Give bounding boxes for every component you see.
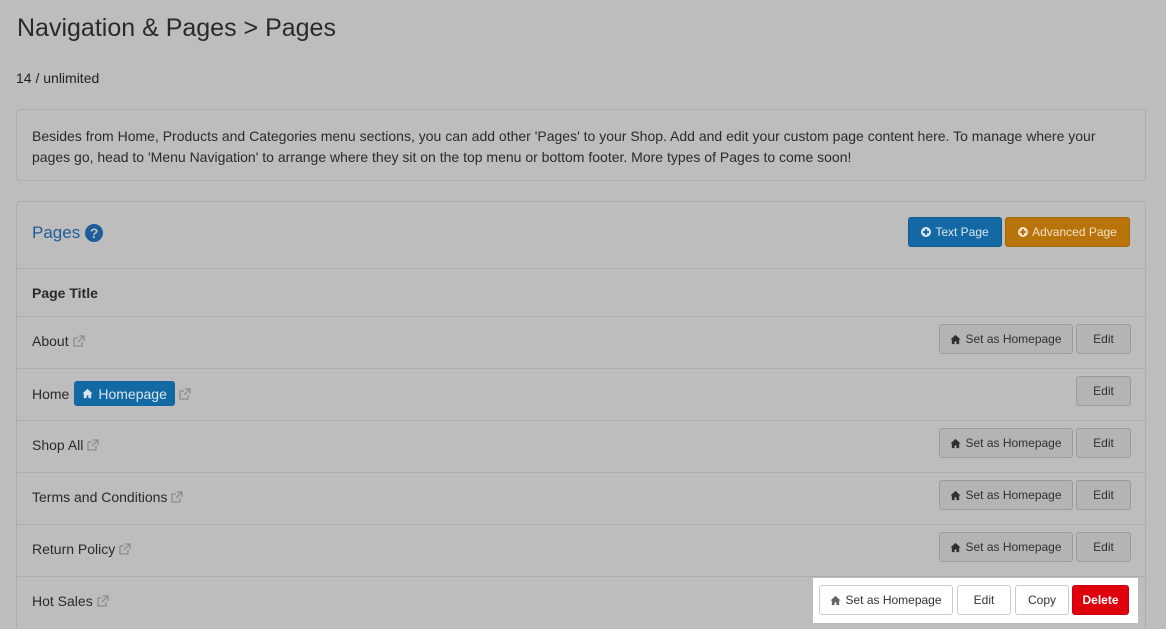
external-link-icon[interactable] bbox=[171, 491, 184, 503]
external-link-icon[interactable] bbox=[119, 543, 131, 555]
edit-label: Edit bbox=[1093, 488, 1114, 502]
edit-button[interactable]: Edit bbox=[957, 585, 1011, 615]
edit-label: Edit bbox=[973, 593, 995, 607]
set-homepage-button[interactable]: Set as Homepage bbox=[939, 428, 1073, 458]
page-title: Navigation & Pages > Pages bbox=[17, 14, 336, 42]
edit-label: Edit bbox=[1093, 332, 1114, 346]
edit-label: Edit bbox=[1093, 436, 1114, 450]
add-advanced-page-button[interactable]: Advanced Page bbox=[1005, 217, 1130, 247]
home-icon bbox=[950, 438, 962, 448]
set-homepage-button[interactable]: Set as Homepage bbox=[939, 532, 1073, 562]
table-row: Home Homepage Edit bbox=[17, 369, 1145, 421]
set-homepage-label: Set as Homepage bbox=[965, 332, 1062, 346]
copy-label: Copy bbox=[1027, 593, 1056, 607]
edit-button[interactable]: Edit bbox=[1076, 428, 1131, 458]
column-header-page-title: Page Title bbox=[32, 285, 98, 301]
set-homepage-label: Set as Homepage bbox=[845, 593, 942, 607]
edit-label: Edit bbox=[1093, 540, 1114, 554]
external-link-icon[interactable] bbox=[72, 335, 85, 347]
home-icon bbox=[950, 542, 962, 552]
add-text-page-label: Text Page bbox=[935, 225, 989, 239]
row-title: Home Homepage bbox=[32, 381, 191, 406]
table-row: Return Policy Set as Homepage Edit bbox=[17, 525, 1145, 577]
row-title-text: Shop All bbox=[32, 437, 84, 453]
home-icon bbox=[82, 388, 93, 399]
table-header: Page Title bbox=[17, 270, 1145, 317]
table-row: Terms and Conditions Set as Homepage Edi… bbox=[17, 473, 1145, 525]
edit-button[interactable]: Edit bbox=[1076, 532, 1131, 562]
delete-label: Delete bbox=[1082, 593, 1119, 607]
page-count: 14 / unlimited bbox=[16, 70, 100, 86]
plus-circle-icon bbox=[1018, 227, 1029, 237]
panel-title: Pages ? bbox=[32, 223, 104, 243]
plus-circle-icon bbox=[921, 227, 932, 237]
row-title-text: Home bbox=[32, 385, 70, 402]
homepage-badge: Homepage bbox=[74, 381, 175, 406]
pages-panel: Pages ? Text Page Advanced Page Page Tit… bbox=[16, 201, 1146, 629]
row-title: Return Policy bbox=[32, 541, 131, 557]
hot-sales-actions: Set as Homepage Edit Copy Delete bbox=[813, 578, 1138, 623]
table-row: About Set as Homepage Edit bbox=[17, 317, 1145, 369]
edit-button[interactable]: Edit bbox=[1076, 324, 1131, 354]
panel-header: Pages ? Text Page Advanced Page bbox=[17, 202, 1145, 269]
edit-button[interactable]: Edit bbox=[1076, 376, 1131, 406]
external-link-icon[interactable] bbox=[97, 595, 109, 607]
row-title: About bbox=[32, 333, 85, 349]
row-title-text: Hot Sales bbox=[32, 593, 93, 609]
delete-button[interactable]: Delete bbox=[1072, 585, 1129, 615]
set-homepage-button[interactable]: Set as Homepage bbox=[939, 324, 1073, 354]
add-text-page-button[interactable]: Text Page bbox=[908, 217, 1002, 247]
set-homepage-label: Set as Homepage bbox=[965, 488, 1062, 502]
table-row: Shop All Set as Homepage Edit bbox=[17, 421, 1145, 473]
pages-screen: Navigation & Pages > Pages 14 / unlimite… bbox=[0, 0, 1166, 629]
row-title: Shop All bbox=[32, 437, 100, 453]
home-icon bbox=[950, 490, 962, 500]
row-title-text: Return Policy bbox=[32, 541, 116, 557]
add-advanced-page-label: Advanced Page bbox=[1032, 225, 1117, 239]
panel-title-label: Pages bbox=[32, 223, 81, 242]
external-link-icon[interactable] bbox=[179, 387, 191, 400]
set-homepage-label: Set as Homepage bbox=[965, 540, 1062, 554]
home-icon bbox=[950, 334, 962, 344]
edit-button[interactable]: Edit bbox=[1076, 480, 1131, 510]
row-title: Hot Sales bbox=[32, 593, 109, 609]
question-circle-icon[interactable]: ? bbox=[85, 224, 104, 242]
set-homepage-label: Set as Homepage bbox=[965, 436, 1062, 450]
external-link-icon[interactable] bbox=[87, 439, 100, 451]
row-title-text: Terms and Conditions bbox=[32, 489, 168, 505]
row-title: Terms and Conditions bbox=[32, 489, 184, 505]
edit-label: Edit bbox=[1093, 384, 1114, 398]
set-homepage-button[interactable]: Set as Homepage bbox=[819, 585, 953, 615]
home-icon bbox=[830, 595, 842, 605]
copy-button[interactable]: Copy bbox=[1015, 585, 1069, 615]
set-homepage-button[interactable]: Set as Homepage bbox=[939, 480, 1073, 510]
row-title-text: About bbox=[32, 333, 69, 349]
info-box: Besides from Home, Products and Categori… bbox=[16, 109, 1146, 181]
homepage-badge-label: Homepage bbox=[98, 385, 167, 402]
info-text: Besides from Home, Products and Categori… bbox=[32, 128, 1096, 165]
